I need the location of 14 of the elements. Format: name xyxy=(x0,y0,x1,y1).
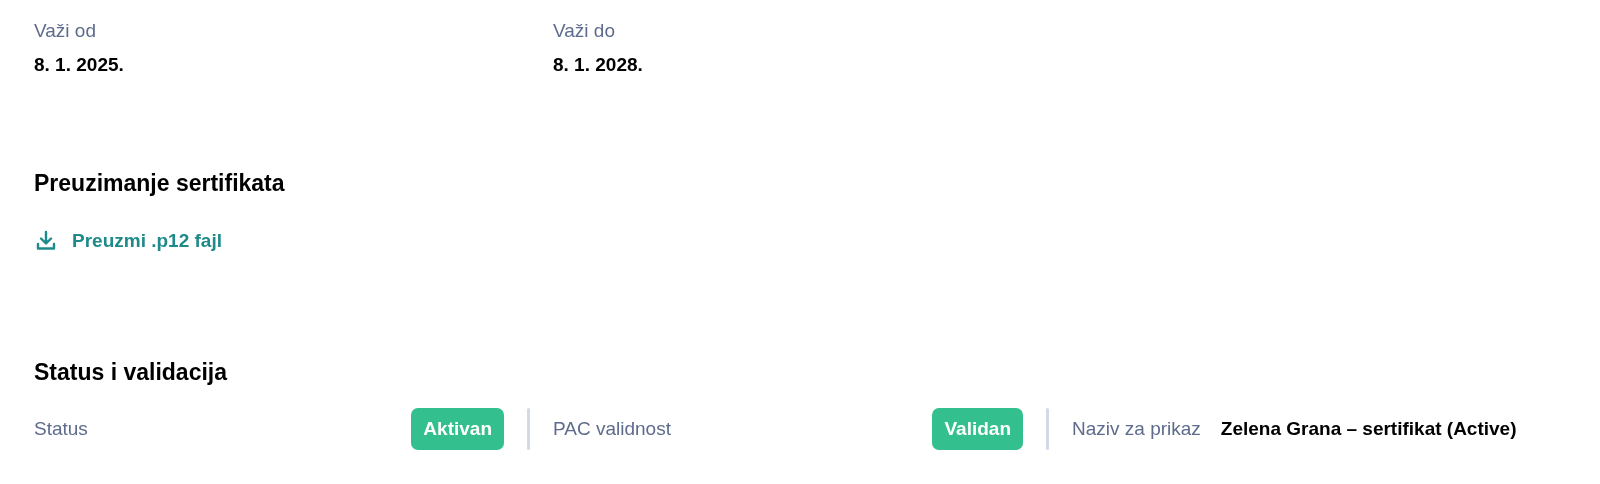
field-value: 8. 1. 2025. xyxy=(34,54,125,76)
display-name: Zelena Grana – sertifikat (Active) xyxy=(1220,418,1517,440)
status-badge: Aktivan xyxy=(411,408,504,450)
section-heading: Preuzimanje sertifikata xyxy=(34,170,286,197)
field-value: 8. 1. 2028. xyxy=(553,54,644,76)
status-label: PAC validnost xyxy=(553,418,671,440)
field-label: Važi od xyxy=(34,20,97,42)
download-icon xyxy=(34,229,58,253)
status-label: Status xyxy=(34,418,88,440)
status-badge: Validan xyxy=(932,408,1023,450)
section-heading: Status i validacija xyxy=(34,359,229,386)
download-link[interactable]: Preuzmi .p12 fajl xyxy=(34,229,222,253)
field-label: Važi do xyxy=(553,20,616,42)
status-label: Naziv za prikaz xyxy=(1072,418,1201,440)
